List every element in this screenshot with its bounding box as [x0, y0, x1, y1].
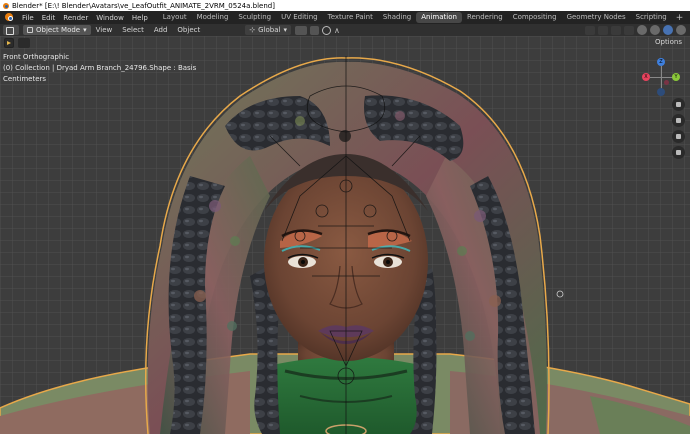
overlay-toggle-icon[interactable]: [611, 25, 621, 35]
scene-render: [0, 56, 690, 434]
tab-texture-paint[interactable]: Texture Paint: [323, 12, 378, 23]
tab-layout[interactable]: Layout: [158, 12, 192, 23]
gizmo-neg-x-axis[interactable]: [664, 80, 669, 85]
tab-scripting[interactable]: Scripting: [631, 12, 672, 23]
snap-icon[interactable]: [309, 25, 319, 35]
3d-viewport[interactable]: Options Front Orthographic (0) Collectio…: [0, 36, 690, 434]
add-workspace-button[interactable]: +: [672, 13, 688, 23]
tab-rendering[interactable]: Rendering: [462, 12, 508, 23]
menu-object[interactable]: Object: [172, 26, 205, 34]
gizmo-x-axis[interactable]: X: [642, 73, 650, 81]
falloff-icon[interactable]: ∧: [334, 26, 340, 35]
os-titlebar: Blender* [E:\! Blender\Avatars\ve_LeafOu…: [0, 0, 690, 11]
tab-geometry-nodes[interactable]: Geometry Nodes: [562, 12, 631, 23]
menu-select[interactable]: Select: [117, 26, 149, 34]
viewport-header: Object Mode ▾ View Select Add Object ⊹ G…: [0, 24, 690, 36]
blender-topbar: File Edit Render Window Help Layout Mode…: [0, 11, 690, 24]
units-label: Centimeters: [3, 75, 47, 83]
menu-edit[interactable]: Edit: [38, 14, 60, 22]
chevron-down-icon: ▾: [83, 26, 87, 34]
visibility-icon[interactable]: [585, 25, 595, 35]
xray-toggle-icon[interactable]: [624, 25, 634, 35]
pan-hand-icon[interactable]: [672, 114, 685, 127]
wireframe-shading-icon[interactable]: [637, 25, 647, 35]
editor-type-icon[interactable]: [3, 25, 19, 35]
orientation-label: Global: [258, 26, 281, 34]
material-preview-shading-icon[interactable]: [663, 25, 673, 35]
tab-uv-editing[interactable]: UV Editing: [276, 12, 323, 23]
grid-ortho-icon[interactable]: [672, 146, 685, 159]
gizmo-toggle-icon[interactable]: [598, 25, 608, 35]
window-title: Blender* [E:\! Blender\Avatars\ve_LeafOu…: [12, 1, 275, 10]
chevron-down-icon: ▾: [283, 26, 287, 34]
gizmo-neg-z-axis[interactable]: [657, 88, 665, 96]
solid-shading-icon[interactable]: [650, 25, 660, 35]
rendered-shading-icon[interactable]: [676, 25, 686, 35]
tab-sculpting[interactable]: Sculpting: [233, 12, 276, 23]
navigation-gizmo[interactable]: Z X Y: [642, 58, 682, 98]
transform-orientation-select[interactable]: ⊹ Global ▾: [245, 25, 291, 35]
blender-app-icon: [2, 2, 10, 10]
zoom-icon[interactable]: [672, 98, 685, 111]
menu-help[interactable]: Help: [128, 14, 152, 22]
view-name: Front Orthographic: [3, 53, 70, 61]
pivot-point-icon[interactable]: [294, 25, 307, 35]
blender-logo-icon[interactable]: [2, 12, 16, 23]
tab-animation[interactable]: Animation: [416, 12, 462, 23]
mode-select[interactable]: Object Mode ▾: [23, 25, 91, 35]
gizmo-y-axis[interactable]: Y: [672, 73, 680, 81]
camera-view-icon[interactable]: [672, 130, 685, 143]
tab-compositing[interactable]: Compositing: [508, 12, 562, 23]
menu-file[interactable]: File: [18, 14, 38, 22]
tab-modeling[interactable]: Modeling: [192, 12, 234, 23]
menu-window[interactable]: Window: [92, 14, 128, 22]
orientation-icon: ⊹: [249, 26, 256, 34]
gizmo-z-axis[interactable]: Z: [657, 58, 665, 66]
menu-view[interactable]: View: [91, 26, 118, 34]
tab-shading[interactable]: Shading: [378, 12, 416, 23]
menu-render[interactable]: Render: [59, 14, 92, 22]
mode-select-label: Object Mode: [36, 26, 81, 34]
collection-info: (0) Collection | Dryad Arm Branch_24796.…: [3, 64, 197, 72]
proportional-editing-icon[interactable]: [321, 25, 331, 35]
viewport-info: Front Orthographic (0) Collection | Drya…: [3, 52, 196, 85]
menu-add[interactable]: Add: [149, 26, 173, 34]
object-mode-icon: [27, 27, 33, 33]
